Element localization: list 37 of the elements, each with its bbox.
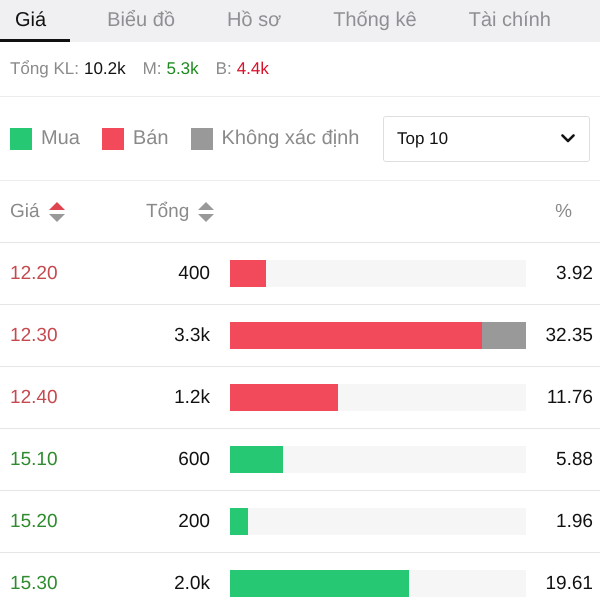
column-header[interactable]: Giá xyxy=(10,200,146,222)
volume-cell-text: 200 xyxy=(177,510,210,532)
price-cell-text: 12.30 xyxy=(10,324,59,346)
chevron-down-icon xyxy=(561,134,575,143)
volume-cell-text: 3.3k xyxy=(173,324,210,346)
summary-value: 10.2k xyxy=(84,59,126,79)
tab[interactable]: Hồ sơ xyxy=(212,0,296,42)
legend-label: Không xác định xyxy=(222,127,360,150)
volume-cell-text: 1.2k xyxy=(173,386,210,408)
volume-cell-text: 400 xyxy=(177,262,210,284)
column-header[interactable]: Tổng xyxy=(146,200,216,222)
column-header: % xyxy=(555,200,572,222)
percent-cell: 1.96 xyxy=(556,510,593,532)
tab[interactable]: Biểu đồ xyxy=(92,0,190,42)
price-cell-text: 12.20 xyxy=(10,262,59,284)
percent-cell: 11.76 xyxy=(546,386,593,408)
summary-label: M: xyxy=(142,59,162,79)
price-cell-text: 15.30 xyxy=(10,572,59,594)
volume-cell-text: 2.0k xyxy=(173,572,210,594)
summary-value: 4.4k xyxy=(236,59,269,79)
summary-label: B: xyxy=(216,59,232,79)
price-cell-text: 15.10 xyxy=(10,448,59,470)
tab[interactable]: Giá xyxy=(0,0,70,42)
legend-label: Mua xyxy=(41,127,80,150)
legend-label: Bán xyxy=(132,127,168,150)
tab[interactable]: Tài chính xyxy=(454,0,566,42)
summary-value: 5.3k xyxy=(166,59,199,79)
price-cell-text: 15.20 xyxy=(10,510,59,532)
percent-cell: 32.35 xyxy=(545,324,593,346)
volume-cell-text: 600 xyxy=(177,448,210,470)
percent-cell: 5.88 xyxy=(556,448,593,470)
percent-cell: 19.61 xyxy=(545,572,593,594)
percent-cell: 3.92 xyxy=(556,262,593,284)
top-dropdown[interactable]: Top 10 xyxy=(383,116,590,162)
price-cell-text: 12.40 xyxy=(10,386,59,408)
summary-label: Tổng KL: xyxy=(10,59,79,79)
tab[interactable]: Thống kê xyxy=(318,0,432,42)
